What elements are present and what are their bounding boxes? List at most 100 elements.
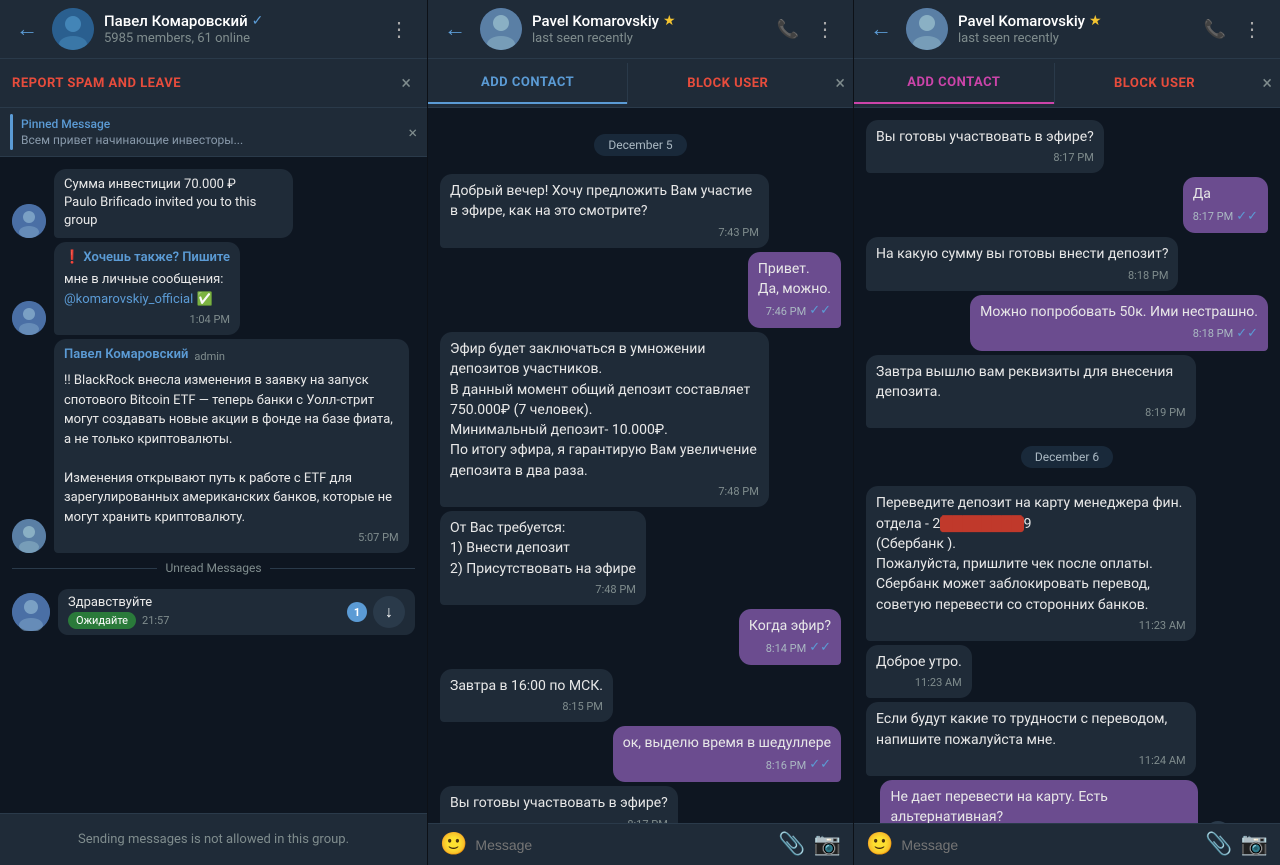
- admin-badge: admin: [194, 349, 225, 365]
- menu-dots-icon[interactable]: ⋮: [383, 11, 415, 47]
- action-close-button-2[interactable]: ×: [1254, 65, 1280, 102]
- menu-dots-icon[interactable]: ⋮: [1236, 11, 1268, 47]
- message-item: Привет.Да, можно. 7:46 PM ✓✓: [440, 252, 841, 328]
- date-separator: December 6: [1021, 446, 1113, 468]
- msg-time: 8:15 PM: [450, 699, 603, 715]
- private-header-actions-2: 📞 ⋮: [1198, 11, 1268, 47]
- msg-avatar: [12, 204, 46, 238]
- contact-action-bar-1: ADD CONTACT BLOCK USER ×: [428, 58, 853, 108]
- msg-sender: Павел Комаровский: [64, 346, 188, 365]
- msg-time: 1:04 PM: [64, 312, 230, 328]
- verified-icon: ★: [1089, 13, 1102, 29]
- contact-info-1: Pavel Komarovskiy ★ last seen recently: [532, 12, 761, 46]
- message-bubble: Павел Комаровский admin ‼ BlackRock внес…: [54, 339, 409, 553]
- msg-avatar: [12, 519, 46, 553]
- phone-icon[interactable]: 📞: [1198, 13, 1232, 46]
- spam-close-button[interactable]: ×: [393, 65, 419, 102]
- camera-button[interactable]: 📷: [1241, 832, 1268, 857]
- message-item: Павел Комаровский admin ‼ BlackRock внес…: [12, 339, 415, 553]
- message-item: Когда эфир? 8:14 PM ✓✓: [440, 609, 841, 665]
- private-header-1: ← Pavel Komarovskiy ★ last seen recently…: [428, 0, 853, 58]
- group-avatar: [52, 8, 94, 50]
- block-user-label-2: BLOCK USER: [1114, 76, 1195, 91]
- msg-time: 11:24 AM: [876, 753, 1186, 769]
- message-bubble: От Вас требуется:1) Внести депозит2) При…: [440, 511, 646, 605]
- private-header-2: ← Pavel Komarovskiy ★ last seen recently…: [854, 0, 1280, 58]
- contact-action-bar-2: ADD CONTACT BLOCK USER ×: [854, 58, 1280, 108]
- verified-icon: ✓: [252, 13, 264, 29]
- contact-name-1: Pavel Komarovskiy ★: [532, 12, 761, 30]
- message-input-1[interactable]: [475, 837, 770, 853]
- panel-private-chat-1: ← Pavel Komarovskiy ★ last seen recently…: [428, 0, 854, 865]
- block-user-label: BLOCK USER: [687, 76, 768, 91]
- message-item: Сумма инвестиции 70.000 ₽Paulo Brificado…: [12, 169, 415, 238]
- back-button[interactable]: ←: [440, 12, 470, 46]
- panel-group-chat: ← Павел Комаровский ✓ 5985 members, 61 o…: [0, 0, 428, 865]
- private-footer-2: 🙂 📎 📷: [854, 823, 1280, 865]
- pinned-close-button[interactable]: ×: [408, 123, 417, 142]
- add-contact-label-2: ADD CONTACT: [907, 75, 1000, 90]
- block-user-button-1[interactable]: BLOCK USER: [628, 63, 827, 104]
- msg-time: 8:17 PM: [450, 817, 668, 823]
- back-button[interactable]: ←: [12, 12, 42, 46]
- group-header: ← Павел Комаровский ✓ 5985 members, 61 o…: [0, 0, 427, 58]
- message-bubble: Добрый вечер! Хочу предложить Вам участи…: [440, 174, 769, 248]
- message-item: Доброе утро. 11:23 AM: [866, 645, 1268, 698]
- private-messages-1: December 5 Добрый вечер! Хочу предложить…: [428, 108, 853, 823]
- add-contact-label: ADD CONTACT: [481, 75, 574, 90]
- phone-icon[interactable]: 📞: [771, 13, 805, 46]
- message-bubble: Эфир будет заключаться в умножении депоз…: [440, 332, 769, 507]
- msg-time: 11:23 AM: [876, 675, 962, 691]
- contact-avatar-1: [480, 8, 522, 50]
- private-messages-2: Вы готовы участвовать в эфире? 8:17 PM Д…: [854, 108, 1280, 823]
- spam-action-bar: REPORT SPAM AND LEAVE ×: [0, 58, 427, 108]
- message-bubble: Если будут какие то трудности с переводо…: [866, 702, 1196, 776]
- report-spam-button[interactable]: REPORT SPAM AND LEAVE: [8, 64, 393, 103]
- message-bubble: Завтра в 16:00 по МСК. 8:15 PM: [440, 669, 613, 722]
- emoji-button[interactable]: 🙂: [440, 832, 467, 857]
- contact-avatar-2: [906, 8, 948, 50]
- msg-time: 8:18 PM: [876, 268, 1168, 284]
- msg-time: 7:48 PM: [450, 484, 759, 500]
- group-header-actions: ⋮: [383, 11, 415, 47]
- unread-count-badge: 1: [347, 602, 367, 622]
- contact-sub-1: last seen recently: [532, 31, 761, 46]
- msg-avatar: [12, 301, 46, 335]
- group-sub: 5985 members, 61 online: [104, 31, 373, 46]
- group-messages: Сумма инвестиции 70.000 ₽Paulo Brificado…: [0, 157, 427, 813]
- preview-avatar: [12, 593, 50, 631]
- footer-not-allowed-text: Sending messages is not allowed in this …: [12, 822, 415, 857]
- private-footer-1: 🙂 📎 📷: [428, 823, 853, 865]
- attach-button[interactable]: 📎: [778, 832, 805, 857]
- block-user-button-2[interactable]: BLOCK USER: [1055, 63, 1255, 104]
- message-bubble: Можно попробовать 50к. Ими нестрашно. 8:…: [970, 295, 1268, 351]
- add-contact-button-2[interactable]: ADD CONTACT: [854, 63, 1054, 104]
- camera-button[interactable]: 📷: [814, 832, 841, 857]
- scroll-down-button[interactable]: ↓: [1204, 821, 1232, 823]
- message-bubble: Доброе утро. 11:23 AM: [866, 645, 972, 698]
- attach-button[interactable]: 📎: [1205, 832, 1232, 857]
- message-item: На какую сумму вы готовы внести депозит?…: [866, 237, 1268, 290]
- message-item: Да 8:17 PM ✓✓: [866, 177, 1268, 233]
- menu-dots-icon[interactable]: ⋮: [809, 11, 841, 47]
- contact-name-2: Pavel Komarovskiy ★: [958, 12, 1188, 30]
- pinned-indicator: [10, 114, 13, 150]
- message-item: Добрый вечер! Хочу предложить Вам участи…: [440, 174, 841, 248]
- msg-time: 8:18 PM ✓✓: [980, 325, 1258, 344]
- message-bubble: Не дает перевести на карту. Есть альтерн…: [880, 780, 1198, 823]
- back-button[interactable]: ←: [866, 12, 896, 46]
- group-footer: Sending messages is not allowed in this …: [0, 813, 427, 865]
- contact-info-2: Pavel Komarovskiy ★ last seen recently: [958, 12, 1188, 46]
- pinned-message-bar: Pinned Message Всем привет начинающие ин…: [0, 108, 427, 157]
- emoji-button[interactable]: 🙂: [866, 832, 893, 857]
- message-bubble: Да 8:17 PM ✓✓: [1183, 177, 1268, 233]
- msg-time: 8:16 PM ✓✓: [623, 756, 831, 775]
- message-item: Если будут какие то трудности с переводо…: [866, 702, 1268, 776]
- add-contact-button-1[interactable]: ADD CONTACT: [428, 63, 627, 104]
- action-close-button-1[interactable]: ×: [827, 65, 853, 102]
- message-input-2[interactable]: [901, 837, 1197, 853]
- msg-time: 8:19 PM: [876, 405, 1186, 421]
- message-item: Переведите депозит на карту менеджера фи…: [866, 486, 1268, 641]
- message-item: Завтра в 16:00 по МСК. 8:15 PM: [440, 669, 841, 722]
- scroll-down-button[interactable]: ↓: [373, 596, 405, 628]
